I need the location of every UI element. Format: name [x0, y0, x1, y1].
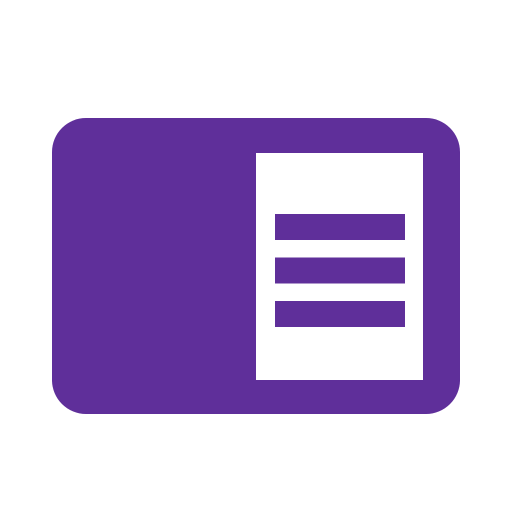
text-lines: [275, 214, 405, 327]
text-line: [275, 257, 405, 284]
document-card-icon: [52, 118, 460, 414]
text-line: [275, 301, 405, 327]
text-line: [275, 214, 405, 240]
icon-canvas: [0, 0, 512, 512]
